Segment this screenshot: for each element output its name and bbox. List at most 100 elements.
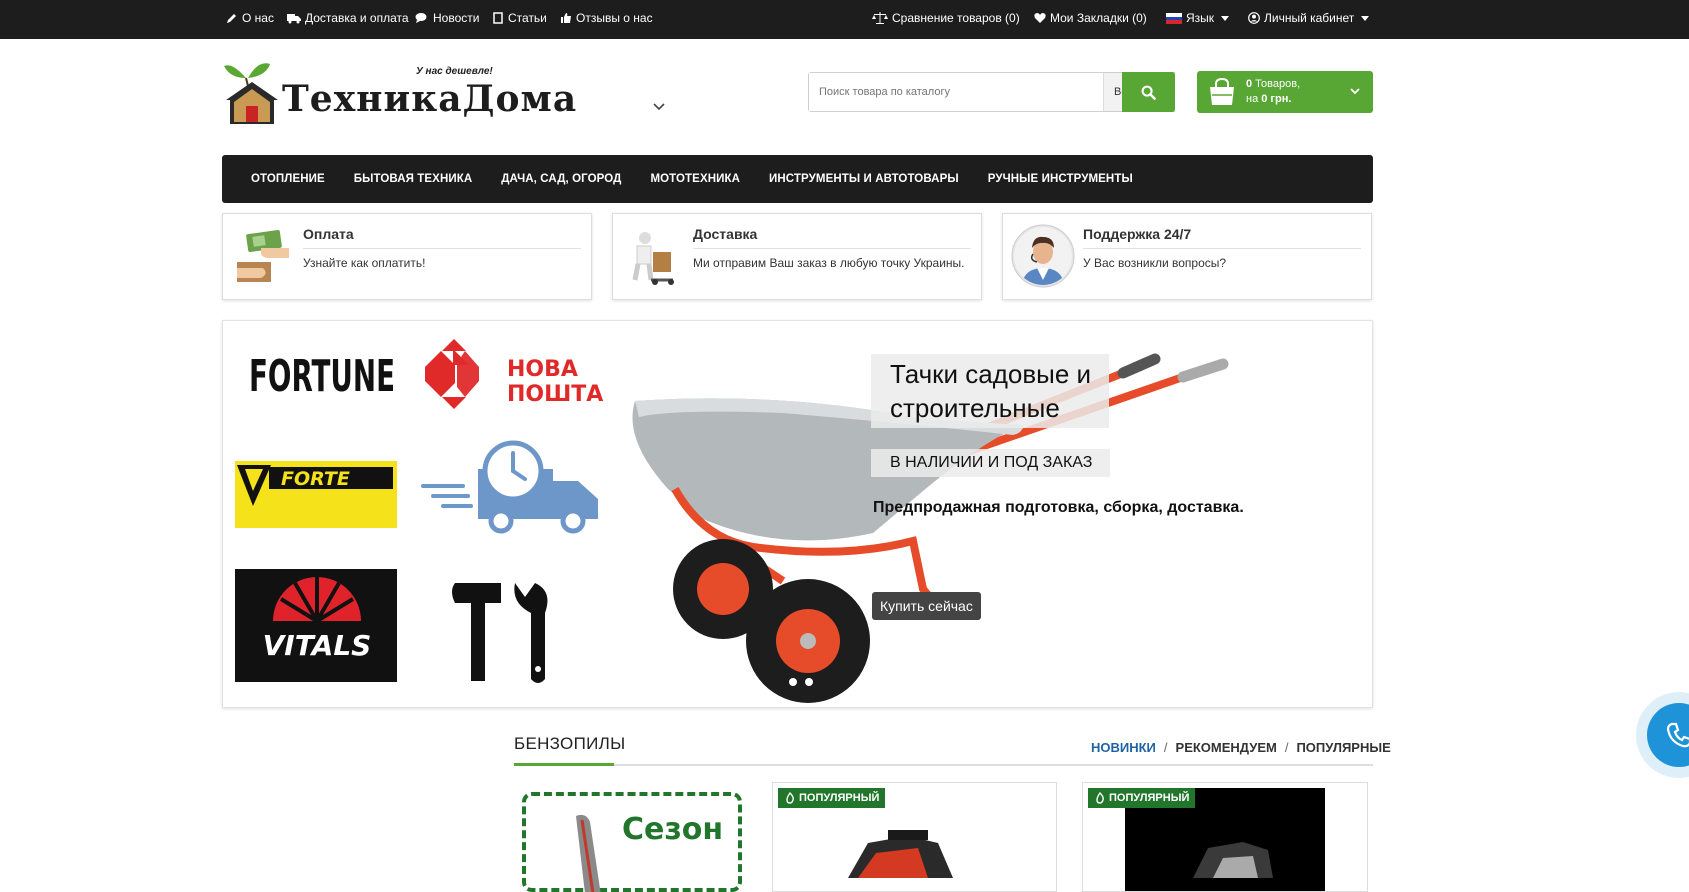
category-divider — [514, 764, 1373, 766]
info-desc: Ми отправим Ваш заказ в любую точку Укра… — [693, 256, 965, 270]
search-input[interactable] — [809, 73, 1103, 111]
divider — [1083, 248, 1361, 249]
slider-description: Предпродажная подготовка, сборка, достав… — [873, 499, 1244, 516]
popular-badge-label: ПОПУЛЯРНЫЙ — [1109, 792, 1190, 804]
top-bar: О нас Доставка и оплата Новости Статьи О… — [0, 0, 1689, 39]
nova-text: НОВА — [507, 357, 578, 382]
compare-link[interactable]: Сравнение товаров (0) — [872, 11, 1020, 25]
language-dropdown[interactable]: Язык — [1166, 11, 1230, 25]
info-title: Оплата — [303, 226, 354, 242]
info-delivery[interactable]: Доставка Ми отправим Ваш заказ в любую т… — [612, 213, 982, 300]
book-icon — [493, 12, 503, 24]
courier-box-icon — [632, 232, 674, 285]
articles-label: Статьи — [508, 11, 547, 25]
slider-title: Тачки садовые и строительные — [871, 354, 1110, 428]
slider-title-line2: строительные — [890, 393, 1060, 423]
delivery-label: Доставка и оплата — [305, 11, 409, 25]
fast-delivery-truck-icon — [421, 440, 598, 534]
season-text: Сезон — [622, 812, 724, 847]
tab-popular[interactable]: ПОПУЛЯРНЫЕ — [1296, 740, 1390, 755]
info-desc: У Вас возникли вопросы? — [1083, 256, 1227, 270]
articles-link[interactable]: Статьи — [492, 11, 547, 25]
reviews-link[interactable]: Отзывы о нас — [560, 11, 653, 25]
category-title: БЕНЗОПИЛЫ — [514, 734, 626, 753]
tab-recommended[interactable]: РЕКОМЕНДУЕМ — [1176, 740, 1277, 755]
caret-down-icon — [1361, 15, 1370, 21]
vitals-logo: VITALS — [235, 569, 397, 682]
nav-moto[interactable]: МОТОТЕХНИКА — [650, 173, 740, 185]
nav-hand-tools[interactable]: РУЧНЫЕ ИНСТРУМЕНТЫ — [988, 173, 1133, 185]
buy-now-button[interactable]: Купить сейчас — [872, 592, 981, 620]
thumbs-up-icon — [561, 13, 571, 23]
search-icon — [1141, 85, 1156, 100]
chevron-down-icon — [1350, 88, 1360, 95]
heart-icon — [1034, 13, 1046, 23]
logo-slogan: У нас дешевле! — [416, 66, 493, 77]
product-card-3[interactable]: ПОПУЛЯРНЫЙ — [1082, 782, 1368, 892]
shopping-bag-icon — [1210, 77, 1234, 105]
fire-icon — [786, 792, 794, 804]
search-bar: Везде — [808, 72, 1175, 112]
wishlist-link[interactable]: Мои Закладки (0) — [1034, 11, 1147, 25]
fire-icon — [1096, 792, 1104, 804]
phone-icon — [1666, 722, 1689, 748]
category-tabs: НОВИНКИ / РЕКОМЕНДУЕМ / ПОПУЛЯРНЫЕ — [1091, 740, 1391, 755]
info-payment[interactable]: Оплата Узнайте как оплатить! — [222, 213, 592, 300]
logo-text: ТехникаДома — [282, 78, 578, 120]
nav-tools-auto[interactable]: ИНСТРУМЕНТЫ И АВТОТОВАРЫ — [769, 173, 959, 185]
money-hand-icon — [237, 229, 289, 282]
nav-heating[interactable]: ОТОПЛЕНИЕ — [251, 173, 325, 185]
chainsaw-product-image — [848, 830, 953, 878]
popular-badge-label: ПОПУЛЯРНЫЙ — [799, 792, 880, 804]
slider-pagination — [789, 678, 813, 686]
search-button[interactable] — [1122, 72, 1175, 112]
product-card-2[interactable]: ПОПУЛЯРНЫЙ — [772, 782, 1057, 892]
popular-badge: ПОПУЛЯРНЫЙ — [778, 788, 886, 808]
about-label: О нас — [242, 11, 274, 25]
slider-dot-1[interactable] — [789, 678, 797, 686]
cart-count-suffix: Товаров, — [1252, 78, 1301, 90]
product-card-season[interactable]: Сезон — [518, 782, 747, 892]
info-title: Доставка — [693, 226, 758, 242]
vitals-text: VITALS — [263, 629, 372, 662]
tab-new[interactable]: НОВИНКИ — [1091, 740, 1156, 755]
hero-slider[interactable]: FORTUNE НОВА ПОШТА FORTE VITALS Тачки са… — [222, 320, 1373, 708]
category-accent-line — [514, 763, 614, 766]
about-link[interactable]: О нас — [226, 11, 274, 25]
reviews-label: Отзывы о нас — [576, 11, 653, 25]
news-link[interactable]: Новости — [415, 11, 479, 25]
house-leaf-logo-icon — [224, 63, 278, 124]
language-label: Язык — [1186, 11, 1215, 25]
account-dropdown[interactable]: Личный кабинет — [1248, 11, 1370, 25]
tab-separator: / — [1284, 740, 1289, 755]
pencil-icon — [227, 14, 236, 23]
cart-total-prefix: на — [1246, 93, 1262, 105]
chevron-down-icon[interactable] — [652, 100, 666, 114]
info-title: Поддержка 24/7 — [1083, 226, 1192, 242]
callback-widget[interactable] — [1636, 692, 1689, 778]
divider — [303, 248, 581, 249]
nav-garden[interactable]: ДАЧА, САД, ОГОРОД — [501, 173, 621, 185]
delivery-link[interactable]: Доставка и оплата — [287, 11, 409, 25]
poshta-text: ПОШТА — [507, 382, 603, 407]
fortune-logo: FORTUNE — [249, 351, 395, 402]
nav-home-appliances[interactable]: БЫТОВАЯ ТЕХНИКА — [354, 173, 472, 185]
site-logo[interactable]: У нас дешевле! ТехникаДома — [222, 60, 576, 128]
balance-scale-icon — [872, 12, 888, 24]
divider — [693, 248, 971, 249]
user-circle-icon — [1248, 12, 1260, 24]
wishlist-label: Мои Закладки (0) — [1050, 11, 1147, 25]
compare-label: Сравнение товаров (0) — [892, 11, 1020, 25]
chainsaw-bar-icon — [576, 814, 601, 892]
caret-down-icon — [1221, 15, 1230, 21]
callback-button[interactable] — [1647, 703, 1689, 767]
cart-button[interactable]: 0 Товаров, на 0 грн. — [1197, 71, 1373, 113]
slider-title-line1: Тачки садовые и — [890, 359, 1092, 389]
slider-subtitle: В НАЛИЧИИ И ПОД ЗАКАЗ — [871, 449, 1111, 477]
forte-text: FORTE — [281, 468, 350, 490]
support-agent-avatar — [1011, 224, 1075, 288]
slider-dot-2[interactable] — [805, 678, 813, 686]
info-support[interactable]: Поддержка 24/7 У Вас возникли вопросы? — [1002, 213, 1372, 300]
popular-badge: ПОПУЛЯРНЫЙ — [1088, 788, 1196, 808]
info-desc: Узнайте как оплатить! — [303, 256, 426, 270]
